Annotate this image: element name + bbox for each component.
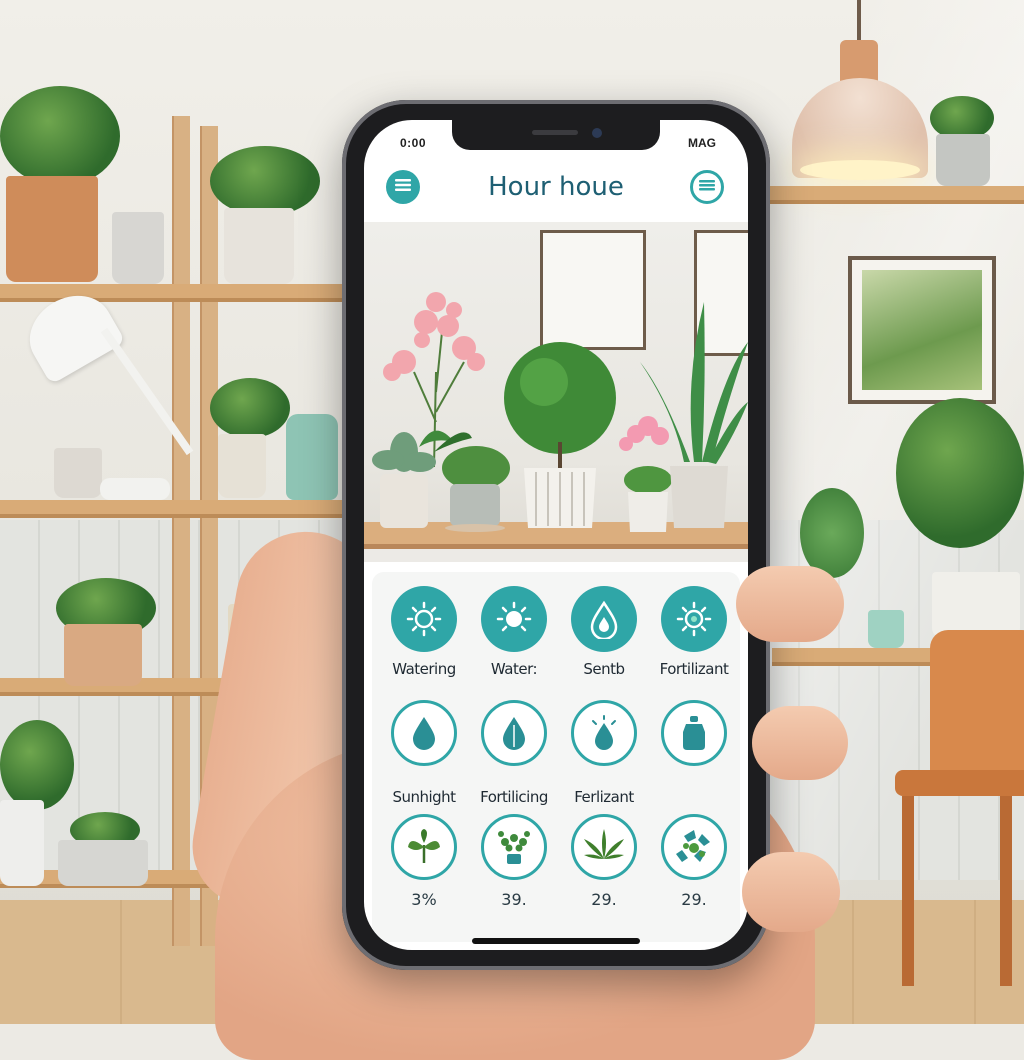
status-time: 0:00 bbox=[400, 136, 427, 150]
watering-can bbox=[286, 414, 338, 500]
menu-icon bbox=[699, 178, 715, 196]
feature-ferlizant[interactable]: Ferlizant bbox=[558, 700, 650, 806]
plant-foliage bbox=[210, 146, 320, 216]
cannabis-leaf-icon bbox=[571, 814, 637, 880]
hero-plant-photo bbox=[364, 222, 748, 562]
sun-icon bbox=[481, 586, 547, 652]
phone-notch bbox=[452, 120, 660, 150]
water-drop-icon bbox=[391, 700, 457, 766]
wall-shelf bbox=[0, 284, 342, 302]
plant-foliage bbox=[800, 488, 864, 578]
front-camera bbox=[592, 128, 602, 138]
plant-icon bbox=[391, 814, 457, 880]
sun-icon bbox=[661, 586, 727, 652]
feature-label: Watering bbox=[392, 660, 456, 678]
grey-pot bbox=[936, 134, 990, 186]
feature-label: Sentb bbox=[583, 660, 625, 678]
water-drop-icon bbox=[571, 700, 637, 766]
wall-shelf bbox=[768, 186, 1024, 204]
feature-sentb[interactable]: Sentb bbox=[558, 586, 650, 678]
chair-leg bbox=[1000, 796, 1012, 986]
feature-fertilizer[interactable] bbox=[648, 700, 740, 788]
chair-back bbox=[930, 630, 1024, 780]
feature-label: Fortilicing bbox=[480, 788, 548, 806]
care-feature-grid: Watering Water: Sentb Fortilizant Sunhig… bbox=[372, 572, 740, 942]
feature-label: Ferlizant bbox=[574, 788, 634, 806]
white-pot bbox=[218, 434, 266, 498]
white-pot bbox=[224, 208, 294, 284]
feature-percent: 29. bbox=[591, 890, 617, 909]
sun-icon bbox=[391, 586, 457, 652]
feature-recycle-stat[interactable]: 29. bbox=[648, 814, 740, 909]
feature-sunlight[interactable]: Sunhight bbox=[378, 700, 470, 806]
app-header: Hour houe bbox=[364, 156, 748, 220]
water-drop-icon bbox=[571, 586, 637, 652]
hand-finger bbox=[736, 566, 844, 642]
terracotta-pot bbox=[6, 176, 98, 282]
plant-foliage bbox=[0, 86, 120, 186]
feature-label: Fortilizant bbox=[659, 660, 729, 678]
leaf-drop-icon bbox=[481, 700, 547, 766]
chair-leg bbox=[902, 796, 914, 986]
earpiece bbox=[532, 130, 578, 135]
shelf-upright bbox=[172, 116, 190, 946]
lamp-glow bbox=[800, 160, 920, 180]
desk-lamp-base bbox=[100, 478, 170, 500]
wall-picture bbox=[848, 256, 996, 404]
wall-shelf bbox=[0, 500, 342, 518]
feature-leaf-stat[interactable]: 29. bbox=[558, 814, 650, 909]
hero-plants-illustration bbox=[372, 292, 748, 532]
feature-fortilicing[interactable]: Fortilicing bbox=[468, 700, 560, 806]
feature-seedling-stat[interactable]: 39. bbox=[468, 814, 560, 909]
home-indicator[interactable] bbox=[472, 938, 640, 944]
plant-foliage bbox=[210, 378, 290, 438]
pendant-cap bbox=[840, 40, 878, 82]
mug bbox=[868, 610, 904, 648]
plant-foliage bbox=[0, 720, 74, 810]
chair-seat bbox=[895, 770, 1024, 796]
grey-pot bbox=[112, 212, 164, 284]
feature-label: Sunhight bbox=[392, 788, 456, 806]
feature-percent: 29. bbox=[681, 890, 707, 909]
feature-percent: 3% bbox=[411, 890, 437, 909]
feature-water[interactable]: Water: bbox=[468, 586, 560, 678]
white-pot bbox=[0, 800, 44, 886]
feature-plant-stat[interactable]: 3% bbox=[378, 814, 470, 909]
feature-fortilizant[interactable]: Fortilizant bbox=[648, 586, 740, 678]
grey-bowl bbox=[58, 840, 148, 886]
hand-finger bbox=[742, 852, 840, 932]
hand-finger bbox=[752, 706, 848, 780]
plant-foliage bbox=[896, 398, 1024, 548]
status-indicators: MAG bbox=[688, 136, 716, 150]
feature-label: Water: bbox=[490, 660, 538, 678]
options-button[interactable] bbox=[690, 170, 724, 204]
grey-pot bbox=[54, 448, 102, 498]
fertilizer-bottle-icon bbox=[661, 700, 727, 766]
white-pot bbox=[932, 572, 1020, 638]
feature-percent: 39. bbox=[501, 890, 527, 909]
recycle-leaves-icon bbox=[661, 814, 727, 880]
terracotta-pot bbox=[64, 624, 142, 686]
feature-watering[interactable]: Watering bbox=[378, 586, 470, 678]
phone-screen: 0:00 MAG Hour houe Watering Water: Sentb… bbox=[364, 120, 748, 950]
seedling-icon bbox=[481, 814, 547, 880]
